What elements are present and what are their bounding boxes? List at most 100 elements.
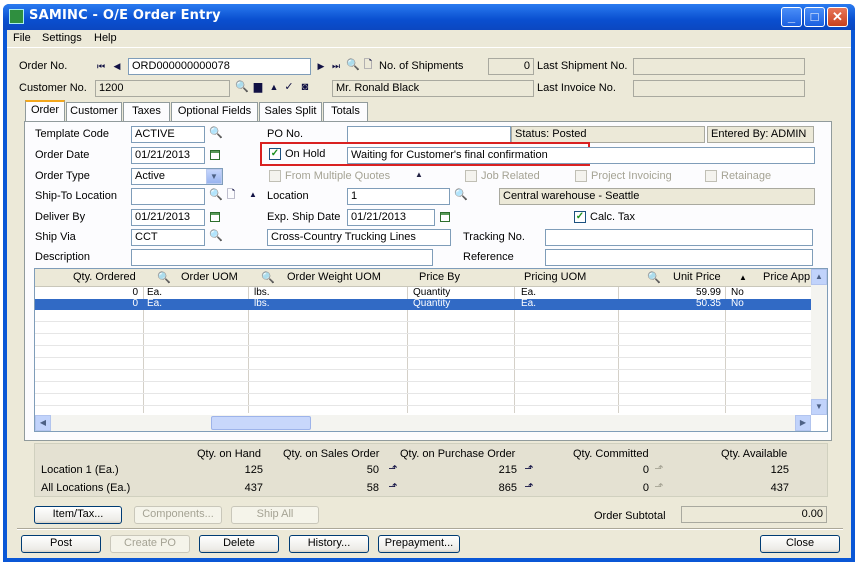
detail-grid[interactable]: Qty. Ordered 🔍 Order UOM 🔍 Order Weight … <box>34 268 828 432</box>
template-code-field[interactable]: ACTIVE <box>131 126 205 143</box>
close-button[interactable]: Close <box>760 535 840 553</box>
history-button[interactable]: History... <box>289 535 369 553</box>
menu-file[interactable]: File <box>13 32 31 44</box>
order-no-field[interactable]: ORD000000000078 <box>128 58 311 75</box>
job-related-checkbox[interactable] <box>465 170 477 182</box>
customer-check-icon[interactable]: ✓ <box>283 81 295 93</box>
maximize-button[interactable]: □ <box>804 7 825 27</box>
col-order-uom[interactable]: Order UOM <box>181 271 238 283</box>
menu-help[interactable]: Help <box>94 32 117 44</box>
quotes-up-icon[interactable]: ▲ <box>413 169 425 181</box>
scroll-down-icon[interactable]: ▼ <box>811 399 827 415</box>
location-finder-icon[interactable]: 🔍 <box>454 189 468 201</box>
col-order-weight-uom[interactable]: Order Weight UOM <box>287 271 381 283</box>
available-value: 437 <box>770 482 789 494</box>
ship-to-field[interactable] <box>131 188 205 205</box>
col-pricing-uom[interactable]: Pricing UOM <box>524 271 586 283</box>
location-field[interactable]: 1 <box>347 188 450 205</box>
template-finder-icon[interactable]: 🔍 <box>209 127 223 139</box>
last-invoice-field <box>633 80 805 97</box>
scroll-thumb[interactable] <box>211 416 311 430</box>
delete-button[interactable]: Delete <box>199 535 279 553</box>
on-po-value: 865 <box>498 482 517 494</box>
exp-ship-field[interactable]: 01/21/2013 <box>347 209 435 226</box>
so-drilldown-icon[interactable]: ⬏ <box>387 463 399 475</box>
ship-to-finder-icon[interactable]: 🔍 <box>209 189 223 201</box>
po-drilldown-icon[interactable]: ⬏ <box>523 481 535 493</box>
ship-via-finder-icon[interactable]: 🔍 <box>209 230 223 242</box>
description-field[interactable] <box>131 249 433 266</box>
grid-horizontal-scrollbar[interactable]: ◀ ▶ <box>35 415 811 431</box>
po-no-field[interactable] <box>347 126 511 143</box>
ship-to-up-icon[interactable]: ▲ <box>247 189 259 201</box>
customer-doc-icon[interactable]: ▆ <box>252 81 264 93</box>
on-so-value: 50 <box>366 464 379 476</box>
table-row-selected[interactable]: 0 Ea. lbs. Quantity Ea. 50.35 No <box>35 299 811 310</box>
post-button[interactable]: Post <box>21 535 101 553</box>
so-drilldown-icon[interactable]: ⬏ <box>387 481 399 493</box>
order-type-label: Order Type <box>35 170 90 182</box>
deliver-by-calendar-icon[interactable] <box>210 212 220 222</box>
status-field: Status: Posted <box>511 126 705 143</box>
tracking-label: Tracking No. <box>463 231 525 243</box>
committed-drilldown-icon[interactable]: ⬏ <box>653 481 665 493</box>
ship-via-field[interactable]: CCT <box>131 229 205 246</box>
previous-record-icon[interactable]: ◀ <box>111 60 123 72</box>
minimize-button[interactable]: _ <box>781 7 802 27</box>
col-unit-price[interactable]: Unit Price <box>673 271 721 283</box>
tracking-field[interactable] <box>545 229 813 246</box>
ship-all-button[interactable]: Ship All <box>231 506 319 524</box>
create-po-button[interactable]: Create PO <box>110 535 190 553</box>
new-document-icon[interactable]: 🗋 <box>362 59 374 71</box>
tab-optional-fields[interactable]: Optional Fields <box>171 102 258 121</box>
col-weight-finder-icon[interactable]: 🔍 <box>261 271 275 284</box>
next-record-icon[interactable]: ▶ <box>315 60 327 72</box>
col-price-by[interactable]: Price By <box>419 271 460 283</box>
tab-sales-split[interactable]: Sales Split <box>259 102 322 121</box>
po-drilldown-icon[interactable]: ⬏ <box>523 463 535 475</box>
from-multiple-quotes-checkbox[interactable] <box>269 170 281 182</box>
tab-totals[interactable]: Totals <box>323 102 368 121</box>
last-record-icon[interactable]: ⏭ <box>330 60 342 72</box>
col-qty-ordered[interactable]: Qty. Ordered <box>73 271 136 283</box>
prepayment-button[interactable]: Prepayment... <box>378 535 460 553</box>
title-bar[interactable]: SAMINC - O/E Order Entry _ □ ✕ <box>3 4 855 30</box>
order-type-dropdown-icon[interactable]: ▼ <box>206 169 222 184</box>
col-price-app[interactable]: Price App <box>763 271 810 283</box>
components-button[interactable]: Components... <box>134 506 222 524</box>
ship-via-desc-field[interactable]: Cross-Country Trucking Lines <box>267 229 451 246</box>
project-invoicing-checkbox[interactable] <box>575 170 587 182</box>
tab-taxes[interactable]: Taxes <box>123 102 170 121</box>
close-window-button[interactable]: ✕ <box>827 7 848 27</box>
customer-up-icon[interactable]: ▲ <box>268 81 280 93</box>
deliver-by-field[interactable]: 01/21/2013 <box>131 209 205 226</box>
scroll-up-icon[interactable]: ▲ <box>811 269 827 285</box>
finder-icon[interactable]: 🔍 <box>346 59 360 71</box>
on-hold-checkbox[interactable]: ✓ <box>269 148 281 160</box>
col-price-finder-icon[interactable]: 🔍 <box>647 271 661 284</box>
scroll-left-icon[interactable]: ◀ <box>35 415 51 431</box>
deliver-by-label: Deliver By <box>35 211 86 223</box>
first-record-icon[interactable]: ⏮ <box>95 60 107 72</box>
order-no-label: Order No. <box>19 60 68 72</box>
tab-customer[interactable]: Customer <box>66 102 122 121</box>
scroll-right-icon[interactable]: ▶ <box>795 415 811 431</box>
committed-drilldown-icon[interactable]: ⬏ <box>653 463 665 475</box>
reference-field[interactable] <box>545 249 813 266</box>
on-hold-reason-field[interactable]: Waiting for Customer's final confirmatio… <box>347 147 815 164</box>
menu-settings[interactable]: Settings <box>42 32 82 44</box>
customer-finder-icon[interactable]: 🔍 <box>235 81 249 93</box>
item-tax-button[interactable]: Item/Tax... <box>34 506 122 524</box>
window-title: SAMINC - O/E Order Entry <box>29 8 221 23</box>
exp-ship-calendar-icon[interactable] <box>440 212 450 222</box>
grid-vertical-scrollbar[interactable]: ▲ ▼ <box>811 269 827 415</box>
ship-to-new-icon[interactable]: 🗋 <box>225 189 237 201</box>
col-uom-finder-icon[interactable]: 🔍 <box>157 271 171 284</box>
col-sort-up-icon[interactable]: ▲ <box>739 273 747 282</box>
order-date-calendar-icon[interactable] <box>210 150 220 160</box>
calc-tax-checkbox[interactable]: ✓ <box>574 211 586 223</box>
tab-order[interactable]: Order <box>25 100 65 121</box>
customer-lookup-icon[interactable]: ◙ <box>299 81 311 93</box>
order-date-field[interactable]: 01/21/2013 <box>131 147 205 164</box>
retainage-checkbox[interactable] <box>705 170 717 182</box>
